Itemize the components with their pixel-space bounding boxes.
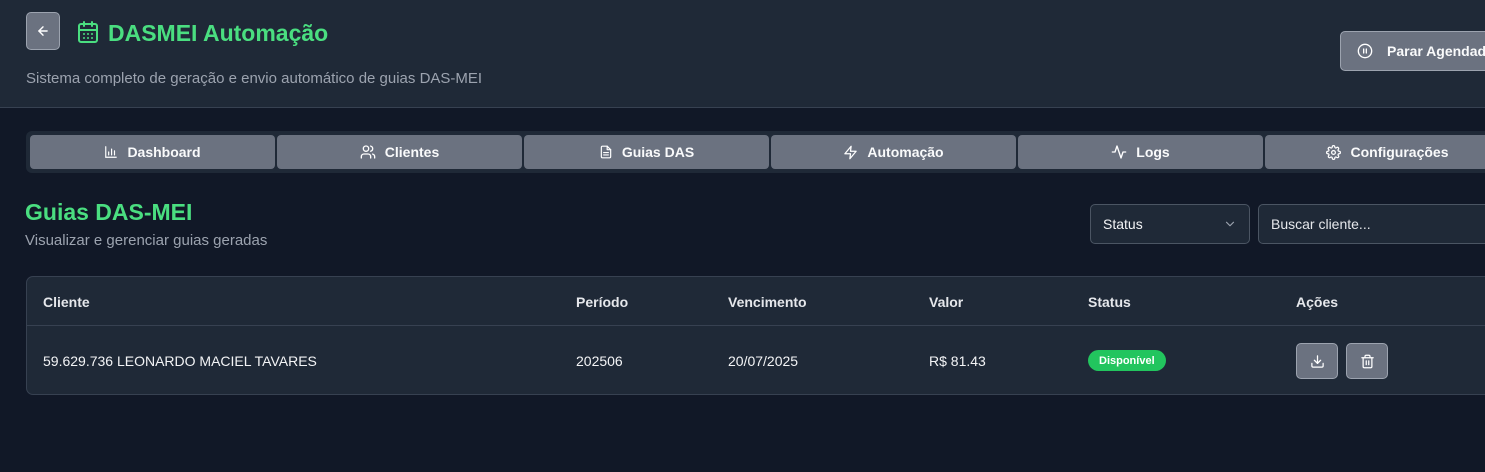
delete-button[interactable]	[1346, 343, 1388, 379]
pause-circle-icon	[1357, 43, 1373, 59]
column-header-status[interactable]: Status	[1088, 294, 1131, 310]
tab-configuracoes-label: Configurações	[1350, 144, 1449, 160]
table-header: Cliente Período Vencimento Valor Status …	[27, 277, 1485, 326]
tab-clientes-label: Clientes	[384, 144, 440, 160]
column-header-cliente[interactable]: Cliente	[43, 294, 90, 310]
gear-icon	[1326, 144, 1342, 160]
app-subtitle: Sistema completo de geração e envio auto…	[26, 70, 483, 87]
bar-chart-icon	[105, 146, 118, 158]
status-filter-label: Status	[1103, 216, 1143, 232]
activity-icon	[1111, 145, 1127, 159]
tab-logs-label: Logs	[1136, 144, 1170, 160]
arrow-left-icon	[38, 26, 48, 36]
tab-bar: Dashboard Clientes Guias DAS Automação L…	[26, 131, 1485, 173]
calendar-icon	[78, 21, 98, 43]
table-row[interactable]: 59.629.736 LEONARDO MACIEL TAVARES 20250…	[27, 327, 1485, 394]
app-title: DASMEI Automação	[108, 20, 329, 46]
guias-table: Cliente Período Vencimento Valor Status …	[26, 276, 1485, 395]
tab-automacao[interactable]: Automação	[771, 135, 1016, 169]
cell-vencimento: 20/07/2025	[728, 353, 799, 369]
cell-valor: R$ 81.43	[929, 353, 986, 369]
column-header-vencimento[interactable]: Vencimento	[728, 294, 807, 310]
section-title: Guias DAS-MEI	[25, 199, 193, 225]
trash-icon	[1360, 354, 1374, 368]
tab-dashboard[interactable]: Dashboard	[30, 135, 275, 169]
status-badge: Disponível	[1088, 350, 1166, 371]
tab-automacao-label: Automação	[867, 144, 944, 160]
section-subtitle: Visualizar e gerenciar guias geradas	[25, 232, 268, 249]
download-icon	[1310, 354, 1324, 368]
cell-periodo: 202506	[576, 353, 623, 369]
zap-icon	[844, 145, 858, 159]
tab-configuracoes[interactable]: Configurações	[1265, 135, 1485, 169]
download-button[interactable]	[1296, 343, 1338, 379]
tab-clientes[interactable]: Clientes	[277, 135, 522, 169]
tab-guias-das-label: Guias DAS	[621, 144, 695, 160]
column-header-periodo[interactable]: Período	[576, 294, 628, 310]
file-text-icon	[600, 145, 612, 159]
back-button[interactable]	[26, 12, 60, 50]
cell-cliente: 59.629.736 LEONARDO MACIEL TAVARES	[43, 353, 317, 369]
tab-logs[interactable]: Logs	[1018, 135, 1263, 169]
stop-scheduler-button[interactable]: Parar Agendador	[1340, 31, 1485, 71]
app-header: DASMEI Automação Sistema completo de ger…	[0, 0, 1485, 108]
users-icon	[360, 145, 376, 159]
tab-guias-das[interactable]: Guias DAS	[524, 135, 769, 169]
column-header-acoes: Ações	[1296, 294, 1339, 310]
chevron-down-icon	[1225, 221, 1235, 227]
search-client-input[interactable]	[1258, 204, 1485, 244]
stop-scheduler-label: Parar Agendador	[1387, 43, 1485, 59]
tab-dashboard-label: Dashboard	[127, 144, 201, 160]
status-filter-select[interactable]: Status	[1090, 204, 1250, 244]
column-header-valor[interactable]: Valor	[929, 294, 963, 310]
